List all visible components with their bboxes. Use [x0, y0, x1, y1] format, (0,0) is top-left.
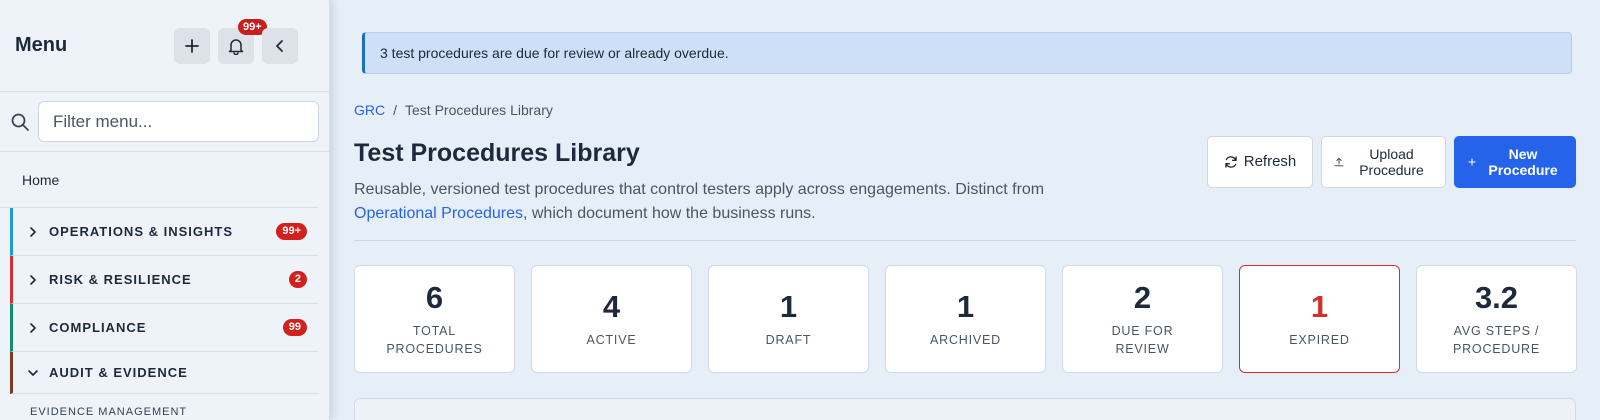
- chevron-right-icon: [30, 274, 36, 285]
- stats-row: 6 TOTAL PROCEDURES 4 ACTIVE 1 DRAFT 1 AR…: [354, 265, 1577, 373]
- sidebar-section-operations-insights[interactable]: OPERATIONS & INSIGHTS 99+: [10, 208, 319, 256]
- stat-card-active: 4 ACTIVE: [531, 265, 692, 373]
- breadcrumb-current: Test Procedures Library: [405, 102, 553, 118]
- new-procedure-label: New Procedure: [1488, 146, 1558, 178]
- chevron-left-icon: [276, 39, 283, 52]
- section-count-badge: 99: [282, 319, 307, 336]
- stat-card-avg-steps: 3.2 AVG STEPS / PROCEDURE: [1416, 265, 1577, 373]
- bell-icon: [228, 38, 244, 55]
- procedures-panel: [354, 398, 1576, 420]
- breadcrumb: GRC / Test Procedures Library: [354, 102, 553, 118]
- upload-procedure-button[interactable]: Upload Procedure: [1321, 136, 1446, 188]
- sidebar-section-label: OPERATIONS & INSIGHTS: [49, 224, 233, 239]
- page-title: Test Procedures Library: [354, 139, 640, 167]
- stat-value: 4: [602, 289, 621, 324]
- stat-value: 2: [1133, 280, 1152, 315]
- upload-icon: [1334, 157, 1344, 167]
- alert-text: 3 test procedures are due for review or …: [380, 45, 729, 61]
- stat-label: TOTAL PROCEDURES: [386, 324, 483, 356]
- chevron-down-icon: [28, 369, 38, 376]
- stat-label: DRAFT: [765, 333, 812, 347]
- search-icon: [11, 113, 29, 131]
- sidebar-subsection-evidence-management[interactable]: EVIDENCE MANAGEMENT: [0, 394, 329, 418]
- chevron-right-icon: [30, 226, 36, 237]
- page-actions: Refresh Upload Procedure New Procedure: [1207, 136, 1576, 188]
- breadcrumb-grc-link[interactable]: GRC: [354, 102, 385, 118]
- header-divider: [354, 240, 1576, 241]
- stat-card-draft: 1 DRAFT: [708, 265, 869, 373]
- collapse-sidebar-button[interactable]: [262, 27, 298, 64]
- sidebar-title: Menu: [15, 34, 68, 56]
- stat-card-total-procedures: 6 TOTAL PROCEDURES: [354, 265, 515, 373]
- operational-procedures-link[interactable]: Operational Procedures: [354, 205, 523, 222]
- stat-value: 1: [956, 289, 975, 324]
- stat-value: 6: [425, 280, 444, 315]
- stat-value: 3.2: [1474, 280, 1519, 315]
- sidebar-section-compliance[interactable]: COMPLIANCE 99: [10, 304, 319, 352]
- main-content: 3 test procedures are due for review or …: [354, 0, 1577, 420]
- sidebar-item-home[interactable]: Home: [0, 152, 319, 208]
- stat-label: AVG STEPS / PROCEDURE: [1452, 324, 1541, 356]
- new-procedure-button[interactable]: New Procedure: [1454, 136, 1576, 188]
- sidebar-header: Menu 99+: [0, 0, 329, 92]
- refresh-icon: [1225, 156, 1237, 168]
- chevron-right-icon: [30, 322, 36, 333]
- sidebar-section-audit-evidence[interactable]: AUDIT & EVIDENCE: [10, 352, 319, 394]
- section-count-badge: 2: [288, 271, 307, 288]
- stat-value: 1: [779, 289, 798, 324]
- filter-menu-input[interactable]: [38, 101, 319, 142]
- page-description: Reusable, versioned test procedures that…: [354, 178, 1114, 226]
- stat-label: DUE FOR REVIEW: [1111, 324, 1174, 356]
- review-alert-banner: 3 test procedures are due for review or …: [362, 32, 1572, 74]
- sidebar: Menu 99+ Home OPERATIONS & INSIGHTS 99+ …: [0, 0, 330, 420]
- upload-procedure-label: Upload Procedure: [1359, 146, 1424, 178]
- stat-card-due-for-review: 2 DUE FOR REVIEW: [1062, 265, 1223, 373]
- stat-value: 1: [1310, 289, 1329, 324]
- sidebar-search: [0, 92, 329, 152]
- breadcrumb-separator: /: [393, 102, 398, 118]
- refresh-label: Refresh: [1243, 153, 1297, 170]
- add-button[interactable]: [174, 27, 210, 64]
- sidebar-section-risk-resilience[interactable]: RISK & RESILIENCE 2: [10, 256, 319, 304]
- stat-label: ACTIVE: [586, 333, 637, 347]
- stat-label: ARCHIVED: [930, 333, 1001, 347]
- sidebar-section-label: COMPLIANCE: [49, 320, 147, 335]
- notifications-button[interactable]: 99+: [218, 18, 267, 64]
- refresh-button[interactable]: Refresh: [1207, 136, 1313, 188]
- plus-icon: [1468, 158, 1476, 166]
- stat-card-archived: 1 ARCHIVED: [885, 265, 1046, 373]
- section-count-badge: 99+: [276, 223, 307, 240]
- description-text-end: , which document how the business runs.: [522, 205, 816, 222]
- description-text: Reusable, versioned test procedures that…: [354, 181, 1045, 198]
- stat-card-expired: 1 EXPIRED: [1239, 265, 1400, 373]
- plus-icon: [185, 38, 199, 53]
- stat-label: EXPIRED: [1289, 333, 1350, 347]
- sidebar-section-label: AUDIT & EVIDENCE: [49, 365, 188, 380]
- sidebar-section-label: RISK & RESILIENCE: [49, 272, 192, 287]
